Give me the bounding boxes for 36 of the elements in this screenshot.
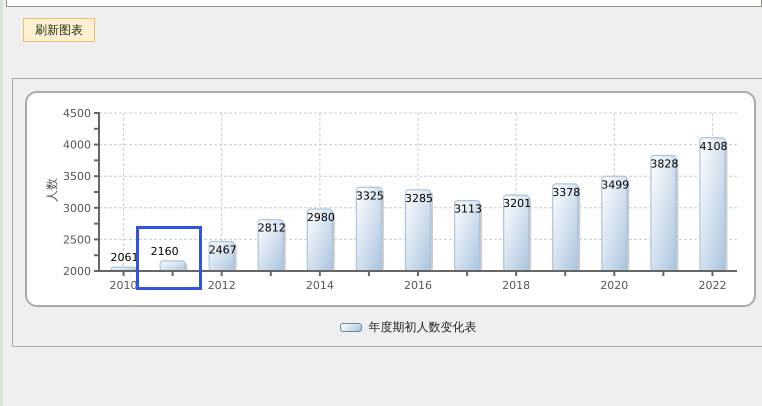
value-label: 3325 xyxy=(356,189,384,202)
value-label: 2812 xyxy=(258,222,286,235)
bar xyxy=(306,208,333,272)
x-tick-label: 2012 xyxy=(208,279,236,292)
x-tick-label: 2022 xyxy=(698,279,726,292)
value-label: 3499 xyxy=(601,178,630,192)
legend-label: 年度期初人数变化表 xyxy=(368,319,476,336)
bar xyxy=(258,219,284,272)
y-tick-label: 2500 xyxy=(63,233,91,246)
y-tick-label: 4000 xyxy=(63,138,91,152)
x-tick-label: 2014 xyxy=(306,279,334,292)
bar xyxy=(110,266,137,272)
y-tick-label: 3000 xyxy=(63,202,91,215)
value-label: 3285 xyxy=(405,192,433,205)
x-tick-label: 2010 xyxy=(110,279,138,292)
value-label: 3378 xyxy=(552,186,580,199)
x-tick-label: 2016 xyxy=(404,279,432,292)
y-tick-label: 4500 xyxy=(63,107,91,120)
y-axis-title: 人数 xyxy=(45,178,59,202)
value-label: 2160 xyxy=(150,244,179,258)
y-tick-label: 2000 xyxy=(63,265,91,278)
value-label: 3201 xyxy=(503,197,532,210)
value-label: 2061 xyxy=(110,251,139,264)
value-label: 3113 xyxy=(454,202,482,216)
bar xyxy=(208,240,235,272)
x-tick-label: 2018 xyxy=(502,279,530,292)
value-label: 4108 xyxy=(699,140,728,153)
refresh-button[interactable]: 刷新图表 xyxy=(23,18,95,42)
bar xyxy=(454,200,480,272)
value-label: 2467 xyxy=(208,243,237,256)
legend-swatch xyxy=(340,322,362,332)
y-tick-label: 3500 xyxy=(63,170,91,184)
value-label: 2980 xyxy=(306,211,335,224)
value-label: 3828 xyxy=(650,157,678,170)
x-tick-label: 2020 xyxy=(600,279,628,292)
bar xyxy=(160,260,186,272)
